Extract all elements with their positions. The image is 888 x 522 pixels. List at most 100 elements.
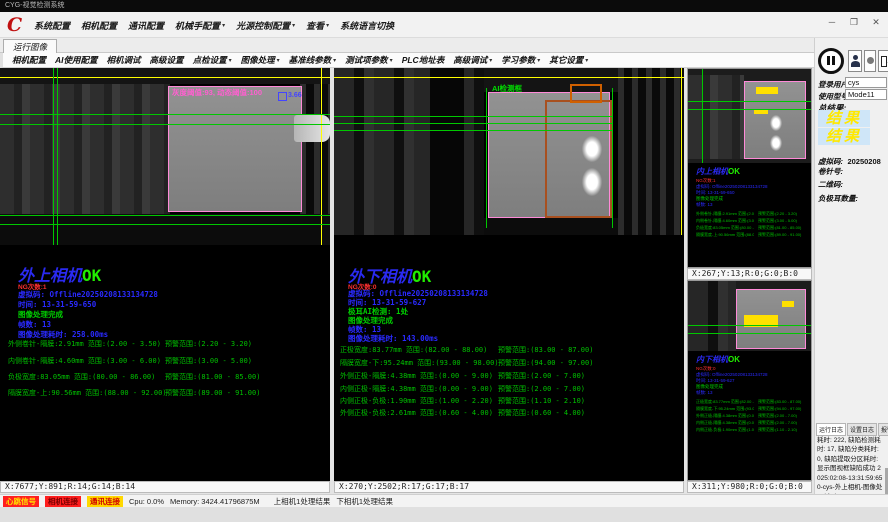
tab-run-log[interactable]: 运行日志 bbox=[816, 423, 846, 436]
needle-number-label: 卷针号: bbox=[818, 166, 843, 177]
measurement-warn: 预警范围:(3.00 - 5.00) bbox=[165, 356, 252, 366]
toolbar-camera-debug[interactable]: 相机调试 bbox=[107, 54, 141, 66]
menu-label: 相机配置 bbox=[81, 19, 117, 32]
menu-system-config[interactable]: 系统配置 bbox=[34, 19, 70, 32]
measurement-row: 内侧卷针-隔膜:4.60mm 范围:(3.00 - 6.00) bbox=[8, 356, 161, 366]
app-window: CYG-视觉检测系统 C 系统配置 相机配置 通讯配置 机械手配置▾ 光源控制配… bbox=[0, 0, 888, 522]
operator-icon bbox=[867, 57, 874, 64]
tab-bar: 运行图像 bbox=[0, 38, 814, 53]
camera-thumb-inner-lower[interactable]: 内下相机OK NG次数:0 虚拟码: Offline20250208133134… bbox=[687, 280, 812, 481]
toolbar-label: 学习参数 bbox=[501, 54, 535, 66]
measurement-row: 隔膜宽度-上:90.56mm 范围:(88.00 - 92.00) bbox=[696, 232, 754, 238]
highlight-label bbox=[756, 87, 778, 94]
toolbar-label: 相机调试 bbox=[107, 54, 141, 66]
login-user-button[interactable] bbox=[848, 50, 862, 72]
machine-image: 灰度阈值:93, 动态阈值:100 3.66 bbox=[0, 68, 330, 245]
measurement-warn: 预警范围:(89.00 - 91.00) bbox=[165, 388, 260, 398]
comm-connect-badge: 通讯连接 bbox=[87, 496, 123, 507]
measurement-warn: 预警范围:(2.20 - 3.20) bbox=[165, 339, 252, 349]
logout-exit-button[interactable]: → bbox=[878, 50, 888, 72]
measurement-row: 外侧正极-隔膜:4.38mm 范围:(0.00 - 9.00) bbox=[340, 371, 493, 381]
toolbar-advanced-settings[interactable]: 高级设置 bbox=[150, 54, 184, 66]
window-title: CYG-视觉检测系统 bbox=[5, 2, 65, 9]
measurement-warn: 预警范围:(2.00 - 7.00) bbox=[758, 420, 812, 426]
measurement-row: 负极宽度:83.05mm 范围:(80.00 - 86.00) bbox=[696, 225, 754, 231]
tab-alarm-log[interactable]: 报警日志 bbox=[878, 423, 888, 436]
pause-button[interactable] bbox=[818, 48, 844, 74]
toolbar-label: 图像处理 bbox=[241, 54, 275, 66]
measurement-warn: 预警范围:(3.00 - 5.00) bbox=[758, 218, 812, 224]
toolbar-label: 基准线参数 bbox=[289, 54, 332, 66]
toolbar-learning-params[interactable]: 学习参数▾ bbox=[501, 54, 540, 66]
chevron-down-icon: ▾ bbox=[229, 57, 232, 64]
measurement-row: 隔膜宽度-上:90.56mm 范围:(88.00 - 92.00) bbox=[8, 388, 167, 398]
toolbar-other-settings[interactable]: 其它设置▾ bbox=[549, 54, 588, 66]
measurement-row: 外侧正极-隔膜:4.38mm 范围:(0.00 - 9.00) bbox=[696, 413, 754, 419]
window-controls: ─ ❐ ✕ bbox=[825, 15, 883, 29]
chevron-down-icon: ▾ bbox=[537, 57, 540, 64]
chevron-down-icon: ▾ bbox=[326, 22, 329, 29]
measurement-row: 隔膜宽度-下:95.24mm 范围:(93.00 - 98.00) bbox=[696, 406, 754, 412]
reference-line-yellow bbox=[681, 68, 682, 235]
measurement-row: 外侧卷针-隔膜:2.91mm 范围:(2.00 - 3.50) bbox=[696, 211, 754, 217]
result-box-2: 结果 bbox=[818, 128, 870, 145]
ai-box-label: AI检测框 bbox=[492, 83, 522, 94]
close-button[interactable]: ✕ bbox=[869, 15, 883, 29]
toolbar-ai-use-config[interactable]: AI使用配置 bbox=[55, 54, 98, 66]
logo-icon: C bbox=[7, 12, 22, 38]
measurement-warn: 预警范围:(2.00 - 7.00) bbox=[498, 384, 585, 394]
menu-view[interactable]: 查看▾ bbox=[306, 19, 329, 32]
highlight-blob bbox=[770, 135, 782, 151]
toolbar-advanced-debug[interactable]: 高级调试▾ bbox=[453, 54, 492, 66]
toolbar-baseline-params[interactable]: 基准线参数▾ bbox=[289, 54, 337, 66]
tab-run-image[interactable]: 运行图像 bbox=[3, 39, 57, 54]
toolbar-label: 点检设置 bbox=[193, 54, 227, 66]
chevron-down-icon: ▾ bbox=[222, 22, 225, 29]
operator-button[interactable] bbox=[864, 50, 876, 72]
virtual-code-value: 20250208 bbox=[847, 157, 880, 166]
menu-label: 系统语言切换 bbox=[340, 19, 394, 32]
menu-label: 系统配置 bbox=[34, 19, 70, 32]
reference-line-yellow bbox=[0, 77, 330, 78]
highlight-blob bbox=[770, 115, 782, 131]
tab-settings-log[interactable]: 设置日志 bbox=[847, 423, 877, 436]
maximize-button[interactable]: ❐ bbox=[847, 15, 861, 29]
measure-line-green bbox=[0, 224, 330, 225]
virtual-code-label: 虚拟码: bbox=[818, 157, 843, 166]
toolbar-image-processing[interactable]: 图像处理▾ bbox=[241, 54, 280, 66]
camera-thumb-inner-upper[interactable]: 内上相机OK NG次数:1 虚拟码: Offline20250208133134… bbox=[687, 68, 812, 268]
measurement-row: 正极宽度:83.77mm 范围:(82.00 - 88.00) bbox=[696, 399, 754, 405]
camera-status: OK bbox=[82, 266, 101, 285]
menu-robot-config[interactable]: 机械手配置▾ bbox=[175, 19, 225, 32]
measure-line-green bbox=[0, 215, 330, 216]
measurement-warn: 预警范围:(1.10 - 2.10) bbox=[758, 427, 812, 433]
toolbar-test-item-params[interactable]: 测试项参数▾ bbox=[345, 54, 393, 66]
lower-camera-result: 下相机1处理结果 bbox=[336, 496, 393, 507]
menu-label: 通讯配置 bbox=[128, 19, 164, 32]
toolbar-spot-check[interactable]: 点检设置▾ bbox=[193, 54, 232, 66]
measurement-warn: 预警范围:(81.00 - 85.00) bbox=[165, 372, 260, 382]
measure-tag-box bbox=[278, 92, 287, 101]
camera-view-outer-upper[interactable]: 灰度阈值:93, 动态阈值:100 3.66 外上相机OK NG次数:1 虚拟码… bbox=[0, 68, 330, 481]
toolbar-plc-address-table[interactable]: PLC地址表 bbox=[402, 54, 445, 66]
minimize-button[interactable]: ─ bbox=[825, 15, 839, 29]
camera-view-outer-lower[interactable]: AI检测框 外下相机OK NG次数:0 虚拟码: Offline20250208… bbox=[334, 68, 684, 481]
title-bar: CYG-视觉检测系统 bbox=[0, 0, 888, 12]
measurement-warn: 预警范围:(83.00 - 87.00) bbox=[758, 399, 812, 405]
measurement-warn: 预警范围:(94.00 - 97.00) bbox=[758, 406, 812, 412]
toolbar: 相机配置 AI使用配置 相机调试 高级设置 点检设置▾ 图像处理▾ 基准线参数▾… bbox=[0, 53, 814, 68]
measure-line-green bbox=[53, 68, 54, 245]
toolbar-label: 相机配置 bbox=[12, 54, 46, 66]
login-user-field[interactable]: cys bbox=[845, 77, 887, 88]
model-field[interactable]: Mode11 bbox=[845, 89, 887, 100]
menu-comm-config[interactable]: 通讯配置 bbox=[128, 19, 164, 32]
menu-camera-config[interactable]: 相机配置 bbox=[81, 19, 117, 32]
menu-bar: C 系统配置 相机配置 通讯配置 机械手配置▾ 光源控制配置▾ 查看▾ 系统语言… bbox=[0, 12, 888, 38]
toolbar-camera-config[interactable]: 相机配置 bbox=[12, 54, 46, 66]
measurement-warn: 预警范围:(2.00 - 7.00) bbox=[758, 413, 812, 419]
chevron-down-icon: ▾ bbox=[277, 57, 280, 64]
menu-language-switch[interactable]: 系统语言切换 bbox=[340, 19, 394, 32]
menu-light-config[interactable]: 光源控制配置▾ bbox=[236, 19, 295, 32]
camera-status: OK bbox=[412, 267, 431, 286]
chevron-down-icon: ▾ bbox=[489, 57, 492, 64]
